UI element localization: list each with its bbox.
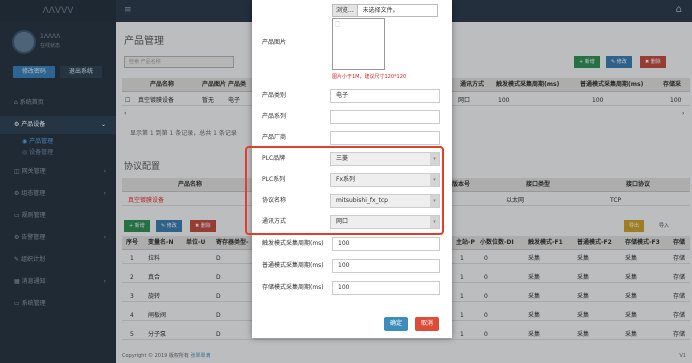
- normal-period-label: 普通模式采集周期(ms): [262, 262, 324, 269]
- storage-period-input[interactable]: 100: [332, 281, 440, 295]
- confirm-button[interactable]: 确定: [384, 317, 408, 331]
- plc-config-highlight: [245, 146, 444, 235]
- vendor-label: 产品厂商: [262, 134, 287, 141]
- vendor-input[interactable]: [330, 131, 440, 145]
- category-input[interactable]: 电子: [330, 89, 440, 103]
- storage-period-label: 存储模式采集周期(ms): [262, 284, 324, 291]
- file-status: 未选择文件。: [362, 7, 399, 14]
- cancel-button[interactable]: 取消: [415, 317, 439, 331]
- trigger-period-label: 触发模式采集周期(ms): [262, 240, 324, 247]
- broken-image-icon: 🗋: [335, 21, 340, 28]
- trigger-period-input[interactable]: 100: [332, 237, 440, 251]
- browse-button[interactable]: 浏览...: [333, 5, 358, 16]
- image-preview[interactable]: 🗋: [332, 18, 385, 70]
- series-input[interactable]: [330, 110, 440, 124]
- image-hint: 图片小于1M，建议尺寸120*120: [332, 74, 407, 80]
- category-label: 产品类别: [262, 92, 287, 99]
- image-label: 产品图片: [262, 39, 287, 46]
- file-picker[interactable]: 浏览... 未选择文件。: [332, 4, 438, 17]
- normal-period-input[interactable]: 100: [332, 259, 440, 273]
- series-label: 产品系列: [262, 113, 287, 120]
